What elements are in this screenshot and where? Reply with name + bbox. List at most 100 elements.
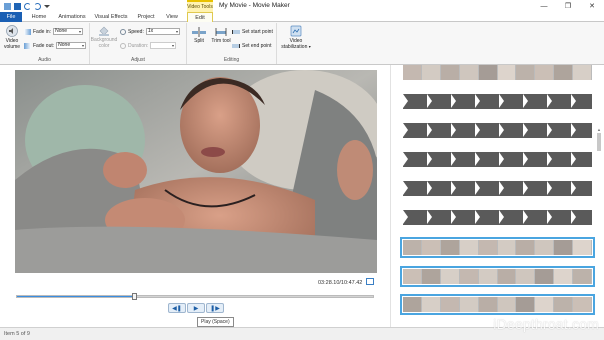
maximize-icon[interactable]: ❐ <box>556 0 580 12</box>
customize-toolbar-icon[interactable] <box>44 4 50 8</box>
set-start-point-button[interactable]: Set start point <box>232 29 273 35</box>
clip-frame <box>403 65 422 80</box>
title-bar: Video Tools My Movie - Movie Maker — ❐ ✕ <box>0 0 604 12</box>
tab-animations[interactable]: Animations <box>56 12 88 22</box>
chevron-marker-icon <box>403 94 408 108</box>
set-end-point-button[interactable]: Set end point <box>232 43 271 49</box>
seek-thumb[interactable] <box>132 293 138 300</box>
scroll-up-icon[interactable]: ▲ <box>597 127 601 132</box>
undo-icon[interactable] <box>24 2 31 10</box>
chevron-marker-icon <box>547 123 552 137</box>
chevron-marker-icon <box>499 152 504 166</box>
minimize-icon[interactable]: — <box>532 0 556 12</box>
fullscreen-icon[interactable] <box>366 278 374 285</box>
chevron-marker-icon <box>427 94 432 108</box>
storyboard-video-clip[interactable] <box>400 294 595 315</box>
tab-edit[interactable]: Edit <box>187 12 213 22</box>
previous-frame-button[interactable]: ◀❚ <box>168 303 186 313</box>
fade-out-row: Fade out: None <box>24 42 87 49</box>
group-audio-label: Audio <box>38 57 51 63</box>
fade-out-select[interactable]: None <box>56 42 87 49</box>
group-adjust: Background color Speed: 1x Duration: Adj… <box>90 23 187 64</box>
speed-row: Speed: 1x <box>120 28 180 35</box>
chevron-marker-icon <box>499 181 504 195</box>
clip-frame <box>440 269 460 284</box>
group-editing-label: Editing <box>223 57 240 63</box>
storyboard-title-clip[interactable] <box>403 152 593 167</box>
fade-in-icon <box>24 28 31 35</box>
split-button[interactable]: Split <box>189 27 209 44</box>
set-end-label: Set end point <box>242 43 272 49</box>
clip-frame <box>421 65 441 80</box>
tab-file[interactable]: File <box>0 12 22 22</box>
chevron-marker-icon <box>403 181 408 195</box>
redo-icon[interactable] <box>34 2 41 10</box>
video-volume-button[interactable]: Video volume <box>3 25 21 50</box>
storyboard-video-clip[interactable] <box>403 65 593 80</box>
fade-in-select[interactable]: None <box>53 28 84 35</box>
group-editing: Split Trim tool Set start point Set end … <box>187 23 277 64</box>
storyboard-video-clip[interactable] <box>400 266 595 287</box>
background-color-button[interactable]: Background color <box>90 25 118 49</box>
chevron-marker-icon <box>523 123 528 137</box>
storyboard-scrollbar[interactable] <box>597 133 601 151</box>
chevron-marker-icon <box>499 123 504 137</box>
duration-label: Duration: <box>128 42 149 49</box>
clip-frame <box>459 65 479 80</box>
seek-bar[interactable] <box>16 293 374 300</box>
tab-home[interactable]: Home <box>26 12 52 22</box>
group-adjust-label: Adjust <box>131 57 145 63</box>
clip-frame <box>403 297 422 312</box>
storyboard-title-clip[interactable] <box>403 181 593 196</box>
fade-in-label: Fade in: <box>33 28 52 35</box>
play-icon: ▶ <box>193 305 199 312</box>
video-frame-image <box>15 70 377 273</box>
seek-progress <box>17 296 135 297</box>
trim-tool-label: Trim tool <box>211 38 231 44</box>
storyboard-title-clip[interactable] <box>403 123 593 138</box>
clip-frame <box>516 297 536 312</box>
trim-tool-button[interactable]: Trim tool <box>211 27 231 44</box>
chevron-marker-icon <box>475 123 480 137</box>
video-preview[interactable] <box>15 70 377 273</box>
storyboard-title-clip[interactable] <box>403 94 593 109</box>
tab-visual-effects[interactable]: Visual Effects <box>92 12 130 22</box>
duration-row: Duration: <box>120 42 177 49</box>
clip-frame <box>535 65 555 80</box>
tab-project[interactable]: Project <box>134 12 158 22</box>
chevron-marker-icon <box>403 210 408 224</box>
next-frame-button[interactable]: ❚▶ <box>206 303 224 313</box>
quick-access-toolbar <box>0 0 50 12</box>
clip-frame <box>478 210 498 225</box>
timecode-readout: 03:28.10/10:47.42 <box>318 280 363 286</box>
previous-frame-icon: ◀❚ <box>172 305 182 312</box>
chevron-marker-icon <box>427 123 432 137</box>
video-stabilization-button[interactable]: Video stabilization ▾ <box>279 25 313 50</box>
clip-frame <box>478 181 498 196</box>
duration-select[interactable] <box>150 42 177 49</box>
clip-frame <box>403 269 422 284</box>
tab-view[interactable]: View <box>162 12 182 22</box>
storyboard-title-clip[interactable] <box>403 210 593 225</box>
chevron-marker-icon <box>499 94 504 108</box>
save-icon[interactable] <box>14 2 21 10</box>
clip-frame <box>516 269 536 284</box>
speed-select[interactable]: 1x <box>145 28 180 35</box>
clip-frame <box>403 240 422 255</box>
video-tools-context-label: Video Tools <box>187 0 213 12</box>
clip-frame <box>573 297 593 312</box>
clip-frame <box>554 269 574 284</box>
trim-icon <box>215 28 227 36</box>
close-icon[interactable]: ✕ <box>580 0 604 12</box>
speed-icon <box>120 28 126 35</box>
chevron-marker-icon <box>571 94 576 108</box>
storyboard-video-clip[interactable] <box>400 237 595 258</box>
playback-controls: ◀❚ ▶ ❚▶ <box>168 303 224 313</box>
volume-icon <box>6 25 18 37</box>
chevron-marker-icon <box>523 181 528 195</box>
clip-frame <box>478 297 498 312</box>
play-button[interactable]: ▶ <box>187 303 205 313</box>
chevron-marker-icon <box>547 152 552 166</box>
chevron-marker-icon <box>547 94 552 108</box>
clip-frame <box>535 240 555 255</box>
